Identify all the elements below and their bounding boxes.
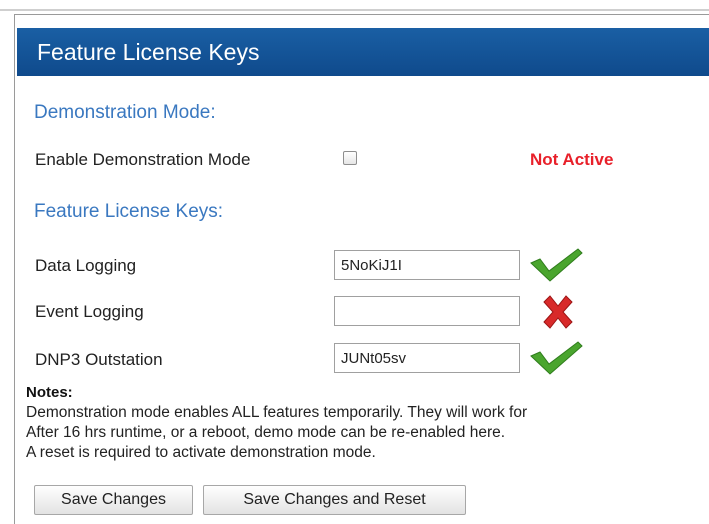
enable-demo-label: Enable Demonstration Mode	[35, 150, 251, 169]
check-icon	[530, 341, 583, 375]
note-line: A reset is required to activate demonstr…	[26, 444, 376, 461]
save-changes-button[interactable]: Save Changes	[34, 485, 193, 515]
cross-icon	[543, 295, 573, 329]
license-key-input-data-logging[interactable]	[334, 250, 520, 280]
license-key-input-dnp3-outstation[interactable]	[334, 343, 520, 373]
check-icon	[530, 248, 583, 282]
demo-section-title: Demonstration Mode:	[34, 102, 216, 123]
note-line: After 16 hrs runtime, or a reboot, demo …	[26, 424, 506, 441]
license-key-input-event-logging[interactable]	[334, 296, 520, 326]
license-label-event-logging: Event Logging	[35, 302, 144, 321]
enable-demo-checkbox[interactable]	[343, 151, 357, 165]
license-section-title: Feature License Keys:	[34, 201, 224, 222]
notes-title: Notes:	[26, 384, 73, 401]
window-top-border	[0, 9, 709, 11]
page-title: Feature License Keys	[17, 28, 709, 76]
license-label-dnp3-outstation: DNP3 Outstation	[35, 350, 163, 369]
license-label-data-logging: Data Logging	[35, 256, 137, 275]
save-changes-and-reset-button[interactable]: Save Changes and Reset	[203, 485, 466, 515]
note-line: Demonstration mode enables ALL features …	[26, 404, 528, 421]
demo-status-badge: Not Active	[530, 150, 614, 169]
